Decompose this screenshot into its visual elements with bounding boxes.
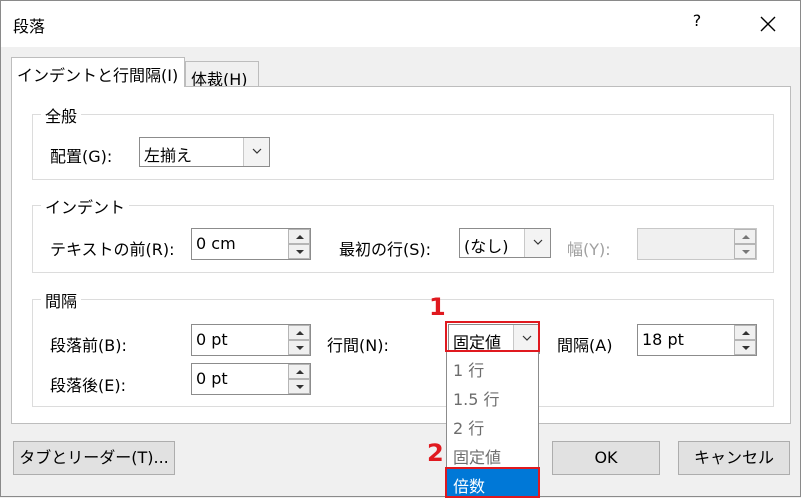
indent-group: インデント テキストの前(R): 0 cm 最初の行(S): (なし) 幅(Y)… — [32, 194, 774, 273]
spin-down-icon — [296, 346, 304, 350]
dialog-title: 段落 — [13, 17, 46, 36]
paragraph-dialog: 段落 ? インデントと行間隔(I) 体裁(H) 全般 配置(G): 左揃え イン… — [0, 0, 801, 498]
alignment-label: 配置(G): — [50, 147, 113, 166]
spin-up-icon — [296, 331, 304, 335]
by-down-button — [734, 244, 756, 259]
spin-down-icon — [742, 346, 750, 350]
by-spinner — [637, 228, 757, 260]
at-spinner[interactable]: 18 pt — [637, 324, 757, 356]
at-down-button[interactable] — [734, 340, 756, 355]
close-icon — [760, 16, 776, 32]
spin-up-icon — [296, 235, 304, 239]
spacing-before-down-button[interactable] — [288, 340, 310, 355]
before-text-up-button[interactable] — [288, 229, 310, 244]
spacing-before-up-button[interactable] — [288, 325, 310, 340]
special-label: 最初の行(S): — [339, 240, 432, 259]
indent-group-label: インデント — [41, 194, 130, 218]
general-group: 全般 配置(G): 左揃え — [32, 103, 774, 180]
alignment-dropdown-button[interactable] — [243, 138, 269, 166]
spin-up-icon — [296, 370, 304, 374]
line-spacing-option-double[interactable]: 2 行 — [447, 411, 538, 440]
special-dropdown-button[interactable] — [524, 229, 550, 257]
by-label: 幅(Y): — [567, 240, 611, 259]
spacing-before-label: 段落前(B): — [50, 336, 127, 355]
spacing-after-value: 0 pt — [196, 369, 228, 388]
chevron-down-icon — [533, 239, 543, 245]
highlight-line-spacing-select — [445, 321, 540, 352]
line-spacing-option-1-5[interactable]: 1.5 行 — [447, 382, 538, 411]
spacing-after-up-button[interactable] — [288, 364, 310, 379]
before-text-down-button[interactable] — [288, 244, 310, 259]
tabs-button[interactable]: タブとリーダー(T)... — [13, 441, 175, 475]
spin-down-icon — [742, 250, 750, 254]
cancel-button[interactable]: キャンセル — [678, 441, 790, 475]
step-2-badge: 2 — [427, 439, 444, 467]
tab-line-and-page-breaks[interactable]: 体裁(H) — [185, 61, 259, 89]
alignment-value: 左揃え — [144, 146, 193, 165]
at-up-button[interactable] — [734, 325, 756, 340]
spacing-group-label: 間隔 — [41, 288, 82, 312]
tab-panel: 全般 配置(G): 左揃え インデント テキストの前(R): 0 cm 最初の行… — [11, 86, 791, 424]
spin-down-icon — [296, 385, 304, 389]
general-group-label: 全般 — [41, 103, 82, 127]
line-spacing-option-exactly[interactable]: 固定値 — [447, 440, 538, 469]
tab-indents-and-spacing[interactable]: インデントと行間隔(I) — [11, 57, 185, 87]
alignment-select[interactable]: 左揃え — [139, 137, 270, 167]
spacing-after-down-button[interactable] — [288, 379, 310, 394]
spacing-before-spinner[interactable]: 0 pt — [191, 324, 311, 356]
spacing-before-value: 0 pt — [196, 330, 228, 349]
highlight-multiple-option — [445, 467, 540, 498]
step-1-badge: 1 — [429, 293, 446, 321]
at-label: 間隔(A) — [557, 336, 613, 355]
ok-button[interactable]: OK — [552, 441, 660, 475]
spin-down-icon — [296, 250, 304, 254]
spacing-after-spinner[interactable]: 0 pt — [191, 363, 311, 395]
spin-up-icon — [742, 235, 750, 239]
help-button[interactable]: ? — [687, 11, 707, 30]
line-spacing-option-single[interactable]: 1 行 — [447, 353, 538, 382]
before-text-value: 0 cm — [196, 234, 236, 253]
at-value: 18 pt — [642, 330, 684, 349]
spacing-group: 間隔 段落前(B): 0 pt 段落後(E): 0 pt 行間(N): 固定値 … — [32, 288, 774, 407]
line-spacing-label: 行間(N): — [327, 336, 389, 355]
spacing-after-label: 段落後(E): — [50, 376, 126, 395]
special-select[interactable]: (なし) — [459, 228, 551, 258]
close-button[interactable] — [753, 9, 783, 39]
before-text-spinner[interactable]: 0 cm — [191, 228, 311, 260]
title-bar: 段落 ? — [1, 1, 800, 47]
tab-label: インデントと行間隔(I) — [17, 66, 179, 85]
spin-up-icon — [742, 331, 750, 335]
chevron-down-icon — [252, 148, 262, 154]
before-text-label: テキストの前(R): — [50, 240, 175, 259]
special-value: (なし) — [464, 237, 509, 256]
by-up-button — [734, 229, 756, 244]
